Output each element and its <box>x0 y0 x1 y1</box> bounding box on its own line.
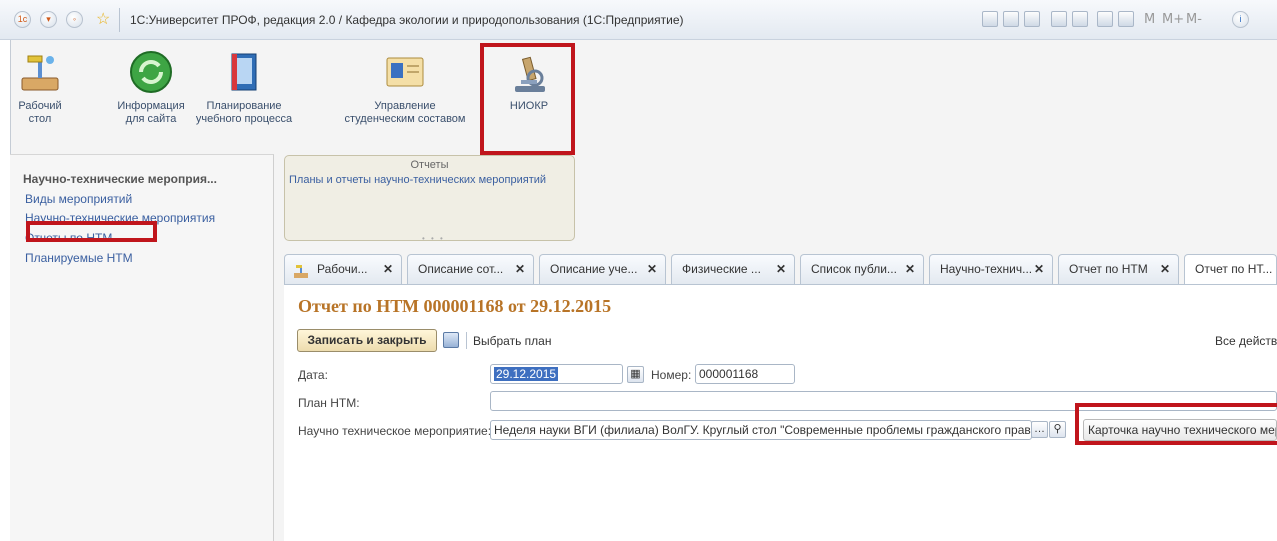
search-icon[interactable]: ⚲ <box>1049 421 1066 438</box>
section-planning-label2: учебного процесса <box>195 113 293 125</box>
info-icon[interactable]: i <box>1232 11 1249 28</box>
section-planning[interactable]: Планирование учебного процесса <box>194 48 294 126</box>
tab-publications[interactable]: Список публи... ✕ <box>800 254 924 284</box>
close-icon[interactable]: ✕ <box>515 255 525 284</box>
reports-panel: Отчеты Планы и отчеты научно-технических… <box>284 155 575 241</box>
page-title: Отчет по НТМ 000001168 от 29.12.2015 <box>298 296 612 316</box>
section-site-info[interactable]: Информация для сайта <box>114 48 188 126</box>
floppy-disk-icon[interactable] <box>443 332 459 348</box>
title-bar: 1c ▾ ◦ ☆ 1С:Университет ПРОФ, редакция 2… <box>0 0 1277 40</box>
left-navigation: Научно-технические мероприя... Виды меро… <box>10 154 274 541</box>
tab-physical[interactable]: Физические ... ✕ <box>671 254 795 284</box>
number-label: Номер: <box>651 368 692 382</box>
nav-item-planned-ntm[interactable]: Планируемые НТМ <box>25 251 133 265</box>
separator <box>466 332 467 349</box>
tab-ntm-report-active[interactable]: Отчет по НТ... <box>1184 254 1277 284</box>
tab-label: Научно-технич... <box>940 262 1033 276</box>
separator <box>119 8 120 32</box>
favorites-star-icon[interactable]: ☆ <box>96 9 110 29</box>
calendar-icon[interactable]: ▦ <box>627 366 644 383</box>
app-logo-icon[interactable]: 1c <box>14 11 31 28</box>
section-site-info-label1: Информация <box>117 100 185 112</box>
book-icon <box>220 48 268 96</box>
favorite-icon[interactable] <box>1051 11 1067 27</box>
event-label: Научно техническое мероприятие: <box>298 424 492 438</box>
event-field[interactable]: Неделя науки ВГИ (филиала) ВолГУ. Круглы… <box>490 420 1032 440</box>
tab-desktop[interactable]: Рабочи... ✕ <box>284 254 402 284</box>
tab-label: Список публи... <box>811 262 897 276</box>
tab-ntm-report[interactable]: Отчет по НТМ ✕ <box>1058 254 1179 284</box>
section-students-label1: Управление <box>374 100 436 112</box>
section-students-label2: студенческим составом <box>344 113 466 125</box>
plan-label: План НТМ: <box>298 396 360 410</box>
tab-study-description[interactable]: Описание уче... ✕ <box>539 254 666 284</box>
refresh-globe-icon <box>127 48 175 96</box>
reports-header: Отчеты <box>410 159 449 171</box>
calendar-icon[interactable] <box>1118 11 1134 27</box>
section-desktop-label1: Рабочий <box>18 100 62 112</box>
tab-label: Физические ... <box>682 262 761 276</box>
tab-sci-tech[interactable]: Научно-технич... ✕ <box>929 254 1053 284</box>
highlight-ntm-reports <box>26 221 157 242</box>
save-icon[interactable] <box>982 11 998 27</box>
date-value: 29.12.2015 <box>494 367 559 381</box>
memory-m-button[interactable]: M <box>1144 12 1155 27</box>
date-label: Дата: <box>298 368 328 382</box>
reports-item[interactable]: Планы и отчеты научно-технических меропр… <box>289 174 574 186</box>
print-icon[interactable] <box>1003 11 1019 27</box>
tab-label: Описание уче... <box>550 262 638 276</box>
close-icon[interactable]: ✕ <box>1160 255 1170 284</box>
tab-staff-description[interactable]: Описание сот... ✕ <box>407 254 534 284</box>
save-and-close-button[interactable]: Записать и закрыть <box>297 329 437 352</box>
section-desktop[interactable]: Рабочий стол <box>10 48 70 126</box>
desk-lamp-icon <box>16 48 64 96</box>
link-icon[interactable] <box>1072 11 1088 27</box>
preview-icon[interactable] <box>1024 11 1040 27</box>
nav-item-event-types[interactable]: Виды мероприятий <box>25 192 132 206</box>
section-students[interactable]: Управление студенческим составом <box>340 48 470 126</box>
tab-label: Отчет по НТМ <box>1069 262 1148 276</box>
tab-desktop-label: Рабочи... <box>317 262 368 276</box>
calculator-icon[interactable] <box>1097 11 1113 27</box>
highlight-niokr <box>480 43 575 155</box>
close-icon[interactable]: ✕ <box>1034 255 1044 284</box>
tab-label: Описание сот... <box>418 262 504 276</box>
nav-group-title: Научно-технические мероприя... <box>23 172 217 186</box>
close-icon[interactable]: ✕ <box>905 255 915 284</box>
close-icon[interactable]: ✕ <box>776 255 786 284</box>
date-field[interactable]: 29.12.2015 <box>490 364 623 384</box>
desk-lamp-icon <box>293 261 309 278</box>
section-planning-label1: Планирование <box>206 100 282 112</box>
section-desktop-label2: стол <box>28 113 52 125</box>
section-site-info-label2: для сайта <box>125 113 177 125</box>
id-card-icon <box>381 48 429 96</box>
back-circle-icon[interactable]: ▾ <box>40 11 57 28</box>
select-ellipsis-button[interactable]: … <box>1031 421 1048 438</box>
number-field[interactable]: 000001168 <box>695 364 795 384</box>
forward-circle-icon[interactable]: ◦ <box>66 11 83 28</box>
highlight-card-button <box>1075 403 1277 445</box>
memory-plus-button[interactable]: M+ <box>1162 12 1184 27</box>
close-icon[interactable]: ✕ <box>647 255 657 284</box>
splitter-grip[interactable]: • • • <box>422 234 445 243</box>
tab-label: Отчет по НТ... <box>1195 262 1273 276</box>
close-icon[interactable]: ✕ <box>383 255 393 284</box>
memory-minus-button[interactable]: M- <box>1186 12 1202 27</box>
choose-plan-button[interactable]: Выбрать план <box>473 334 551 348</box>
window-title: 1С:Университет ПРОФ, редакция 2.0 / Кафе… <box>130 13 684 27</box>
all-actions-menu[interactable]: Все действ <box>1215 334 1277 348</box>
